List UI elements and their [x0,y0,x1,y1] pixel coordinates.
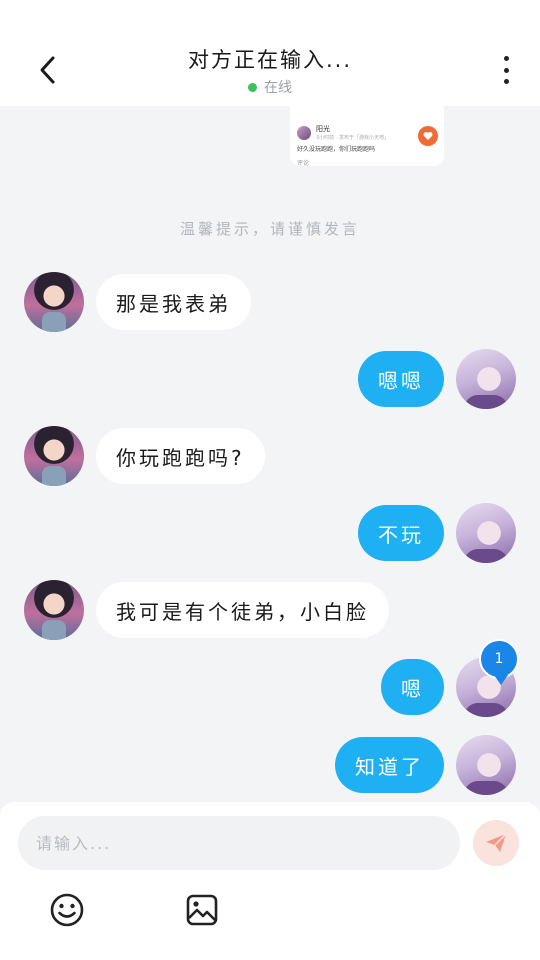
my-avatar[interactable] [456,349,516,409]
post-footer: 评论 [297,160,310,167]
online-status: 在线 [0,77,540,97]
message-bubble[interactable]: 知道了 [335,737,444,793]
image-icon [186,894,218,926]
message-list[interactable]: 阳光 3小时前 · 发布于「游戏小天地」 好久没玩跑跑，你们玩跑跑吗 评论 温馨… [0,106,540,802]
message-row: 你玩跑跑吗? [24,426,265,486]
message-row: 那是我表弟 [24,272,251,332]
emoji-button[interactable] [49,892,85,928]
more-button[interactable] [494,52,518,88]
message-bubble[interactable]: 那是我表弟 [96,274,251,330]
image-button[interactable] [184,892,220,928]
message-row: 我可是有个徒弟，小白脸 [24,580,389,640]
online-status-label: 在线 [264,80,292,96]
more-vertical-icon [503,56,509,61]
chat-header: 对方正在输入... 在线 [0,0,540,106]
my-avatar[interactable] [456,503,516,563]
post-author-avatar [297,126,311,140]
post-gift-icon [418,126,438,146]
composer-bar [0,802,540,960]
message-bubble[interactable]: 嗯嗯 [358,351,444,407]
post-subtitle: 3小时前 · 发布于「游戏小天地」 [316,135,389,141]
safety-tip: 温馨提示，请谨慎发言 [179,220,360,238]
shared-post-card[interactable]: 阳光 3小时前 · 发布于「游戏小天地」 好久没玩跑跑，你们玩跑跑吗 评论 [290,106,444,167]
online-dot [248,82,257,92]
contact-avatar[interactable] [24,272,84,332]
message-bubble[interactable]: 不玩 [358,505,444,561]
chat-title: 对方正在输入... [187,48,353,72]
my-avatar[interactable] [456,735,516,795]
post-text: 好久没玩跑跑，你们玩跑跑吗 [297,146,376,153]
message-row: 知道了 [335,735,516,795]
emoji-icon [50,893,84,927]
message-input[interactable] [18,816,460,870]
contact-avatar[interactable] [24,580,84,640]
message-bubble[interactable]: 你玩跑跑吗? [96,428,265,484]
message-bubble[interactable]: 我可是有个徒弟，小白脸 [96,582,389,638]
contact-avatar[interactable] [24,426,84,486]
message-row: 嗯嗯 [358,349,516,409]
unread-count-badge[interactable]: 1 [479,639,519,685]
message-row: 不玩 [358,503,516,563]
message-bubble[interactable]: 嗯 [381,659,444,715]
send-button[interactable] [473,820,519,866]
paper-plane-icon [486,833,507,852]
post-author-name: 阳光 [316,125,330,133]
